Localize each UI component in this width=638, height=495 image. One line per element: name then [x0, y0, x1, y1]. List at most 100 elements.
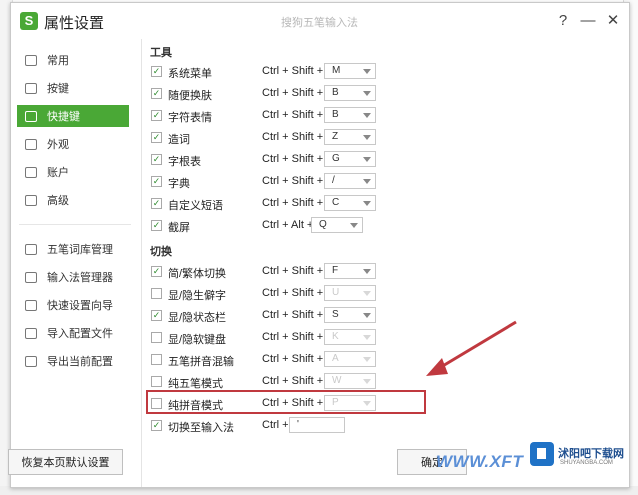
shortcut-checkbox[interactable]: ✓ [151, 220, 162, 231]
sidebar-item-label: 导出当前配置 [47, 356, 113, 368]
shortcut-label: 自定义短语 [168, 200, 223, 212]
import-icon [25, 327, 37, 339]
shortcut-key-value: ' [297, 419, 299, 430]
shortcut-checkbox[interactable]: ✓ [151, 154, 162, 165]
shortcut-key-select[interactable]: S [324, 307, 376, 323]
shortcut-key-select[interactable]: G [324, 151, 376, 167]
sidebar-tool-dictionary[interactable]: 五笔词库管理 [17, 238, 129, 260]
image-icon [25, 82, 37, 94]
monitor-icon [25, 54, 37, 66]
shortcut-label: 截屏 [168, 222, 190, 234]
shortcut-key-select[interactable]: C [324, 195, 376, 211]
shortcut-checkbox[interactable] [151, 376, 162, 387]
shortcut-key-select[interactable]: M [324, 63, 376, 79]
shortcut-checkbox[interactable] [151, 354, 162, 365]
sidebar-item-label: 快速设置向导 [47, 300, 113, 312]
shortcut-checkbox[interactable]: ✓ [151, 110, 162, 121]
sidebar-tool-import[interactable]: 导入配置文件 [17, 322, 129, 344]
annotation-arrow-icon [426, 320, 517, 376]
shortcut-checkbox[interactable]: ✓ [151, 420, 162, 431]
shortcut-row: ✓ 字符表情 Ctrl + Shift + B [151, 106, 411, 126]
shortcut-key-value: / [332, 175, 335, 186]
shortcut-key-value: F [332, 265, 339, 276]
shortcut-key-value: B [332, 87, 339, 98]
shortcut-key-select[interactable]: B [324, 107, 376, 123]
shortcut-label: 字符表情 [168, 112, 212, 124]
sidebar-tool-export[interactable]: 导出当前配置 [17, 350, 129, 372]
shortcut-checkbox[interactable]: ✓ [151, 176, 162, 187]
shortcut-key-select[interactable]: K [324, 329, 376, 345]
sidebar-tool-wizard[interactable]: 快速设置向导 [17, 294, 129, 316]
sidebar-item-appearance[interactable]: 外观 [17, 133, 129, 155]
shortcut-row: 五笔拼音混输 Ctrl + Shift + A [151, 350, 411, 370]
shortcut-checkbox[interactable] [151, 288, 162, 299]
shortcut-modifier-keys: Ctrl + Shift + [262, 375, 324, 387]
shortcut-modifier-keys: Ctrl + Shift + [262, 175, 324, 187]
shortcut-key-select[interactable]: F [324, 263, 376, 279]
shortcut-label: 纯五笔模式 [168, 378, 223, 390]
sidebar-item-account[interactable]: 账户 [17, 161, 129, 183]
chevron-down-icon [363, 135, 371, 140]
shortcut-checkbox[interactable]: ✓ [151, 198, 162, 209]
chevron-down-icon [363, 291, 371, 296]
shortcut-label: 随便换肤 [168, 90, 212, 102]
shortcut-checkbox[interactable]: ✓ [151, 88, 162, 99]
shortcut-checkbox[interactable]: ✓ [151, 266, 162, 277]
shortcut-key-value: G [332, 153, 340, 164]
shortcut-key-select[interactable]: U [324, 285, 376, 301]
shortcut-modifier-keys: Ctrl + Shift + [262, 353, 324, 365]
shortcut-label: 字根表 [168, 156, 201, 168]
shortcut-checkbox[interactable]: ✓ [151, 132, 162, 143]
shortcut-key-value: W [332, 375, 342, 386]
shortcut-key-value: A [332, 353, 339, 364]
shortcut-key-value: Q [319, 219, 327, 230]
advanced-icon [25, 194, 37, 206]
shortcut-row: ✓ 造词 Ctrl + Shift + Z [151, 128, 411, 148]
title-watermark: 搜狗五笔输入法 [281, 17, 358, 29]
reset-defaults-button[interactable]: 恢复本页默认设置 [8, 449, 123, 475]
close-button[interactable]: ✕ [602, 10, 624, 32]
shortcut-key-select[interactable]: A [324, 351, 376, 367]
shortcut-modifier-keys: Ctrl + Shift + [262, 265, 324, 277]
shortcut-key-value: S [332, 309, 339, 320]
shortcut-key-select[interactable]: Z [324, 129, 376, 145]
shortcut-label: 造词 [168, 134, 190, 146]
minimize-button[interactable]: — [577, 10, 599, 32]
help-button[interactable]: ? [552, 10, 574, 32]
shortcut-label: 显/隐生僻字 [168, 290, 227, 302]
chevron-down-icon [363, 113, 371, 118]
shortcut-checkbox[interactable]: ✓ [151, 66, 162, 77]
shortcut-key-select[interactable]: B [324, 85, 376, 101]
chevron-down-icon [350, 223, 358, 228]
shortcut-row: ✓ 截屏 Ctrl + Alt + Q [151, 216, 411, 236]
shortcut-modifier-keys: Ctrl + Shift + [262, 153, 324, 165]
site-watermark-url: WWW.XFT [436, 452, 524, 471]
sidebar-tool-manager[interactable]: 输入法管理器 [17, 266, 129, 288]
shortcut-label: 切换至输入法 [168, 422, 234, 434]
chevron-down-icon [363, 157, 371, 162]
chevron-down-icon [363, 269, 371, 274]
sidebar-item-general[interactable]: 常用 [17, 49, 129, 71]
shortcut-checkbox[interactable]: ✓ [151, 310, 162, 321]
sidebar-item-label: 外观 [47, 139, 69, 151]
sidebar-item-label: 账户 [47, 167, 69, 179]
sidebar-item-advanced[interactable]: 高级 [17, 189, 129, 211]
sidebar-item-keys[interactable]: 按键 [17, 77, 129, 99]
shortcut-row: ✓ 随便换肤 Ctrl + Shift + B [151, 84, 411, 104]
shortcut-key-select[interactable]: W [324, 373, 376, 389]
chevron-down-icon [363, 179, 371, 184]
sidebar-item-shortcuts[interactable]: 快捷键 [17, 105, 129, 127]
section-title-switch: 切换 [150, 246, 172, 258]
shortcut-key-value: B [332, 109, 339, 120]
chevron-down-icon [363, 357, 371, 362]
shortcut-row: ✓ 简/繁体切换 Ctrl + Shift + F [151, 262, 411, 282]
shortcut-modifier-keys: Ctrl + Shift + [262, 87, 324, 99]
shortcut-row: 显/隐软键盘 Ctrl + Shift + K [151, 328, 411, 348]
shortcut-key-select[interactable]: / [324, 173, 376, 189]
shortcut-key-select[interactable]: Q [311, 217, 363, 233]
shortcut-key-select[interactable]: ' [289, 417, 345, 433]
shortcut-checkbox[interactable] [151, 332, 162, 343]
shortcut-key-value: U [332, 287, 340, 298]
shirt-icon [25, 138, 37, 150]
shortcut-label: 简/繁体切换 [168, 268, 227, 280]
